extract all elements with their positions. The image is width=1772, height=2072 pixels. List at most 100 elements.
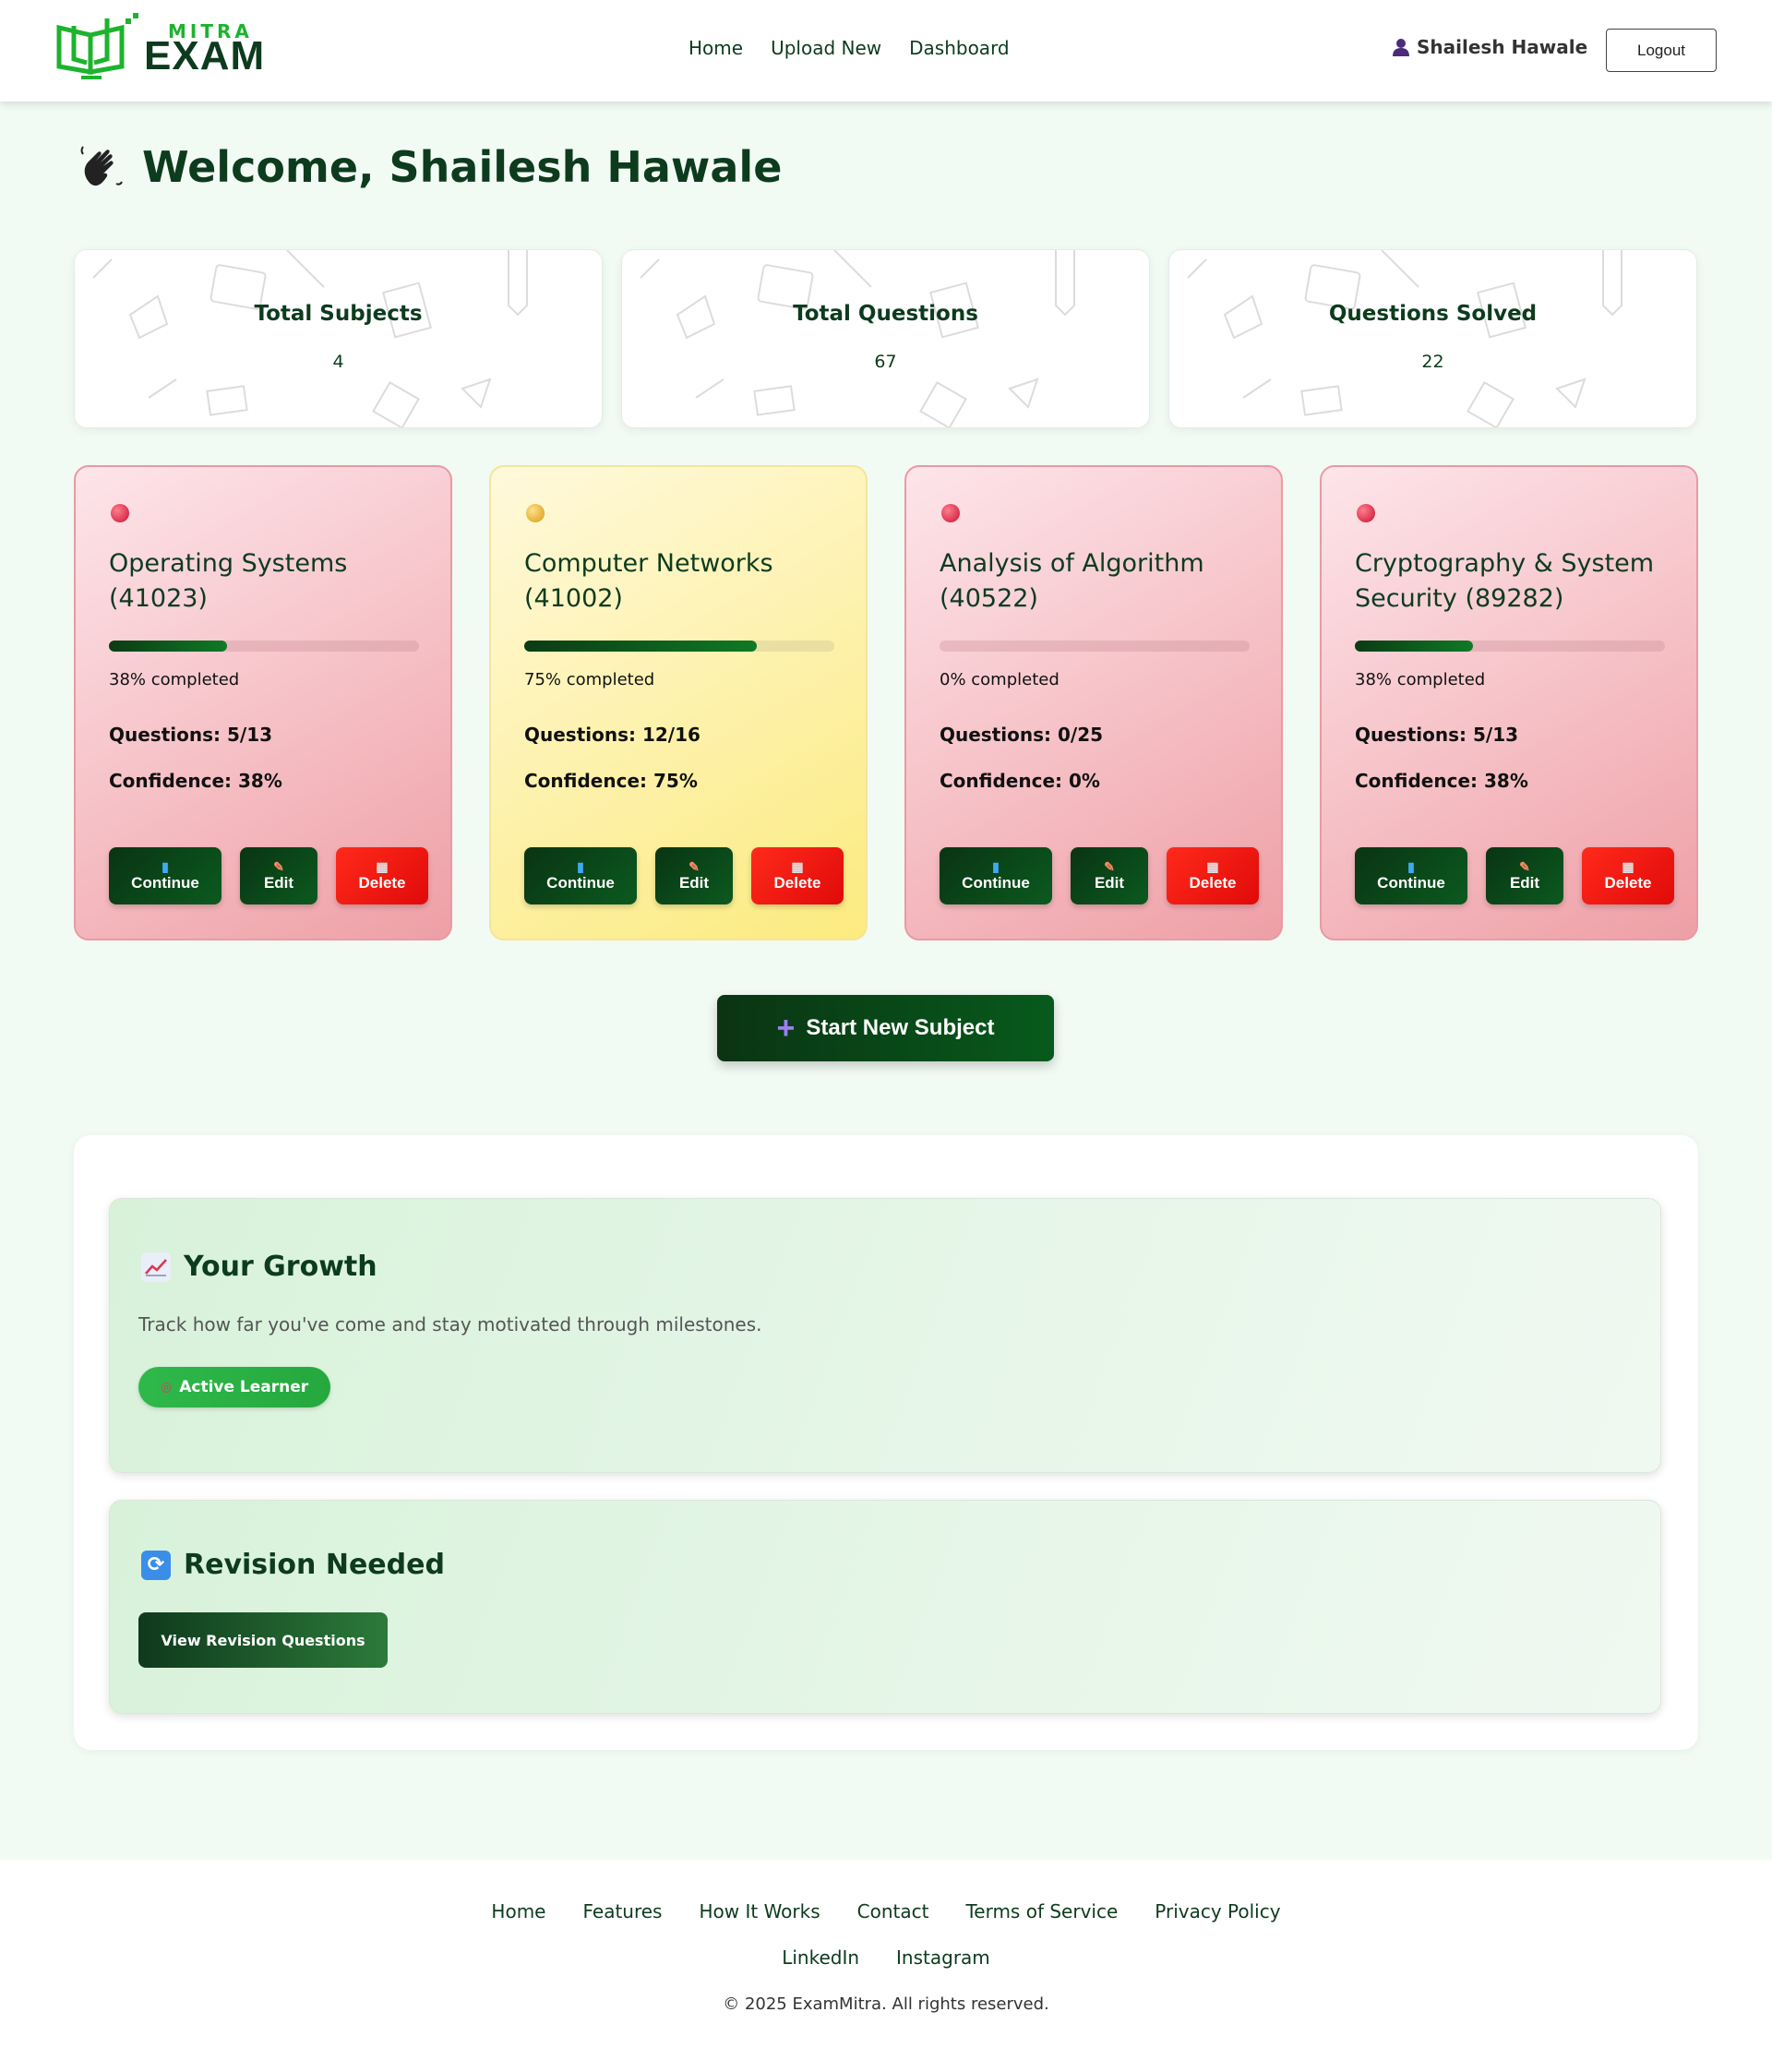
progress-bar xyxy=(940,641,1250,652)
start-new-subject-button[interactable]: + Start New Subject xyxy=(717,995,1054,1061)
stat-label: Total Subjects xyxy=(254,302,423,326)
footer-privacy-link[interactable]: Privacy Policy xyxy=(1155,1900,1280,1922)
user-profile[interactable]: Shailesh Hawale xyxy=(1393,36,1587,58)
subject-actions: ▮ Continue ✎ Edit ▦ Delete xyxy=(1355,847,1674,904)
doodle-background xyxy=(92,250,528,427)
stat-label: Questions Solved xyxy=(1328,302,1538,326)
exammitra-logo[interactable]: MITRA EXAM xyxy=(54,13,264,81)
stat-value: 67 xyxy=(874,352,897,372)
trash-icon: ▦ xyxy=(1206,859,1219,874)
book-icon: ▮ xyxy=(577,859,584,874)
progress-fill xyxy=(1355,641,1473,652)
growth-section: Your Growth Track how far you've come an… xyxy=(109,1198,1661,1473)
subject-actions: ▮ Continue ✎ Edit ▦ Delete xyxy=(524,847,844,904)
progress-text: 38% completed xyxy=(109,670,240,689)
user-name: Shailesh Hawale xyxy=(1417,36,1588,58)
delete-label: Delete xyxy=(1604,874,1652,892)
insights-panel: Your Growth Track how far you've come an… xyxy=(74,1135,1698,1750)
footer-how-it-works-link[interactable]: How It Works xyxy=(699,1900,820,1922)
continue-button[interactable]: ▮ Continue xyxy=(524,847,637,904)
badge-label: Active Learner xyxy=(179,1378,309,1396)
subject-title: Analysis of Algorithm (40522) xyxy=(940,549,1204,613)
edit-button[interactable]: ✎ Edit xyxy=(655,847,733,904)
doodle-background xyxy=(640,250,1075,427)
confidence-value: Confidence: 38% xyxy=(109,770,282,792)
waving-hand-icon xyxy=(80,146,123,186)
delete-label: Delete xyxy=(358,874,406,892)
continue-label: Continue xyxy=(546,874,615,892)
questions-count: Questions: 0/25 xyxy=(940,724,1104,746)
logout-button[interactable]: Logout xyxy=(1606,29,1717,72)
subject-actions: ▮ Continue ✎ Edit ▦ Delete xyxy=(940,847,1259,904)
stat-card-total-subjects: Total Subjects 4 xyxy=(74,249,603,428)
pencil-icon: ✎ xyxy=(688,859,700,874)
footer-features-link[interactable]: Features xyxy=(582,1900,662,1922)
progress-fill xyxy=(524,641,757,652)
subject-title: Computer Networks (41002) xyxy=(524,549,773,613)
book-icon: ▮ xyxy=(992,859,1000,874)
page-title: Welcome, Shailesh Hawale xyxy=(142,142,783,192)
footer-instagram-link[interactable]: Instagram xyxy=(896,1946,990,1969)
stat-value: 22 xyxy=(1421,352,1444,372)
confidence-value: Confidence: 0% xyxy=(940,770,1100,792)
delete-button[interactable]: ▦ Delete xyxy=(336,847,428,904)
logo-exam-text: EXAM xyxy=(144,33,266,78)
continue-label: Continue xyxy=(1377,874,1445,892)
status-dot-icon xyxy=(111,504,129,522)
chart-increasing-icon xyxy=(141,1252,171,1282)
stat-card-total-questions: Total Questions 67 xyxy=(621,249,1150,428)
edit-label: Edit xyxy=(678,874,710,892)
subject-card-analysis-of-algorithm: Analysis of Algorithm (40522) 0% complet… xyxy=(904,465,1283,940)
stat-value: 4 xyxy=(332,352,344,372)
active-learner-badge: ◎ Active Learner xyxy=(138,1367,331,1407)
subject-title: Cryptography & System Security (89282) xyxy=(1355,549,1655,613)
main-nav: Home Upload New Dashboard xyxy=(688,37,1010,59)
footer-home-link[interactable]: Home xyxy=(491,1900,545,1922)
footer-linkedin-link[interactable]: LinkedIn xyxy=(782,1946,859,1969)
edit-label: Edit xyxy=(1509,874,1540,892)
delete-button[interactable]: ▦ Delete xyxy=(1582,847,1674,904)
continue-label: Continue xyxy=(131,874,199,892)
continue-button[interactable]: ▮ Continue xyxy=(109,847,222,904)
nav-upload-new-link[interactable]: Upload New xyxy=(771,37,881,59)
status-dot-icon xyxy=(1357,504,1375,522)
status-dot-icon xyxy=(941,504,960,522)
copyright-text: © 2025 ExamMitra. All rights reserved. xyxy=(723,1994,1049,2014)
nav-home-link[interactable]: Home xyxy=(688,37,743,59)
continue-button[interactable]: ▮ Continue xyxy=(940,847,1052,904)
edit-button[interactable]: ✎ Edit xyxy=(240,847,317,904)
delete-button[interactable]: ▦ Delete xyxy=(1167,847,1259,904)
continue-button[interactable]: ▮ Continue xyxy=(1355,847,1467,904)
edit-button[interactable]: ✎ Edit xyxy=(1071,847,1148,904)
revision-heading: ⟳ Revision Needed xyxy=(141,1549,445,1581)
progress-fill xyxy=(109,641,227,652)
confidence-value: Confidence: 75% xyxy=(524,770,698,792)
footer-contact-link[interactable]: Contact xyxy=(857,1900,929,1922)
footer-terms-link[interactable]: Terms of Service xyxy=(965,1900,1118,1922)
revision-section: ⟳ Revision Needed View Revision Question… xyxy=(109,1500,1661,1714)
stat-card-questions-solved: Questions Solved 22 xyxy=(1168,249,1697,428)
progress-text: 75% completed xyxy=(524,670,655,689)
welcome-heading: Welcome, Shailesh Hawale xyxy=(78,142,782,192)
delete-button[interactable]: ▦ Delete xyxy=(751,847,844,904)
delete-label: Delete xyxy=(773,874,821,892)
edit-button[interactable]: ✎ Edit xyxy=(1486,847,1563,904)
stat-label: Total Questions xyxy=(793,302,978,326)
trash-icon: ▦ xyxy=(376,859,389,874)
edit-label: Edit xyxy=(1094,874,1125,892)
view-revision-questions-button[interactable]: View Revision Questions xyxy=(138,1612,388,1668)
growth-description: Track how far you've come and stay motiv… xyxy=(138,1313,762,1335)
growth-heading: Your Growth xyxy=(141,1251,377,1283)
progress-bar xyxy=(524,641,834,652)
pencil-icon: ✎ xyxy=(1104,859,1115,874)
questions-count: Questions: 5/13 xyxy=(109,724,273,746)
subject-card-operating-systems: Operating Systems (41023) 38% completed … xyxy=(74,465,452,940)
questions-count: Questions: 5/13 xyxy=(1355,724,1519,746)
status-dot-icon xyxy=(526,504,545,522)
progress-bar xyxy=(1355,641,1665,652)
repeat-icon: ⟳ xyxy=(141,1550,171,1580)
target-icon: ◎ xyxy=(161,1380,173,1395)
nav-dashboard-link[interactable]: Dashboard xyxy=(909,37,1010,59)
plus-icon: + xyxy=(776,1010,796,1046)
footer-links-primary: Home Features How It Works Contact Terms… xyxy=(0,1900,1772,1922)
